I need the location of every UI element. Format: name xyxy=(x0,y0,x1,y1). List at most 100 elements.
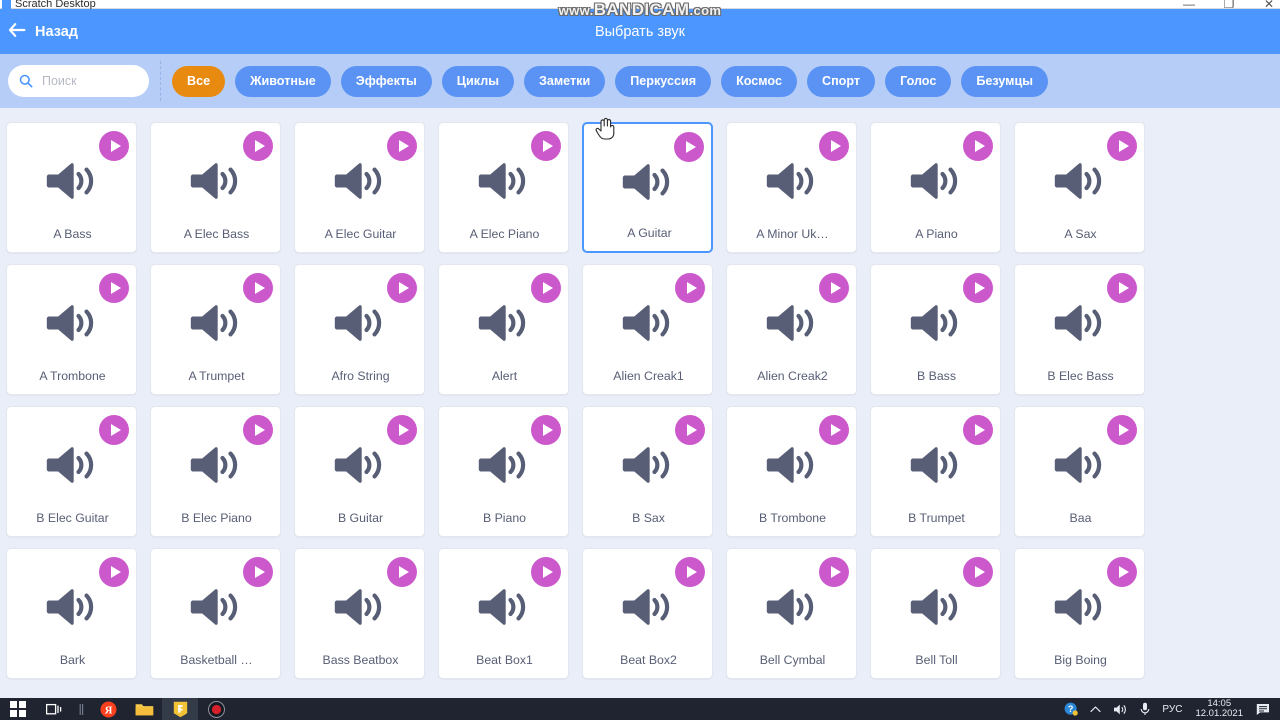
play-triangle xyxy=(254,282,265,294)
category-chip-5[interactable]: Заметки xyxy=(523,65,606,97)
play-icon[interactable] xyxy=(819,131,849,161)
sound-card[interactable]: Big Boing xyxy=(1014,548,1145,679)
play-icon[interactable] xyxy=(675,557,705,587)
play-icon[interactable] xyxy=(819,273,849,303)
play-icon[interactable] xyxy=(387,131,417,161)
sound-card[interactable]: A Trumpet xyxy=(150,264,281,395)
category-chip-6[interactable]: Перкуссия xyxy=(615,65,712,97)
category-chip-4[interactable]: Циклы xyxy=(441,65,514,97)
play-icon[interactable] xyxy=(243,557,273,587)
chevron-up-icon[interactable] xyxy=(1084,698,1107,720)
sound-card[interactable]: Beat Box1 xyxy=(438,548,569,679)
notification-icon[interactable] xyxy=(1250,698,1276,720)
play-icon[interactable] xyxy=(1107,557,1137,587)
play-icon[interactable] xyxy=(387,415,417,445)
sound-card[interactable]: A Guitar xyxy=(582,122,713,253)
play-icon[interactable] xyxy=(675,273,705,303)
sound-card[interactable]: A Bass xyxy=(6,122,137,253)
play-icon[interactable] xyxy=(99,415,129,445)
yandex-browser-button[interactable]: Я xyxy=(90,698,126,720)
sound-card[interactable]: B Guitar xyxy=(294,406,425,537)
sound-card[interactable]: A Elec Guitar xyxy=(294,122,425,253)
sound-card[interactable]: Bass Beatbox xyxy=(294,548,425,679)
maximize-button[interactable]: ❐ xyxy=(1222,0,1236,9)
category-chip-8[interactable]: Спорт xyxy=(806,65,876,97)
sound-card[interactable]: A Elec Piano xyxy=(438,122,569,253)
sound-card-label: B Trombone xyxy=(759,511,826,525)
microphone-icon[interactable] xyxy=(1134,698,1156,720)
sound-card[interactable]: A Minor Uk… xyxy=(726,122,857,253)
clock[interactable]: 14:05 12.01.2021 xyxy=(1188,698,1250,720)
play-icon[interactable] xyxy=(531,273,561,303)
sound-library-scroll-area[interactable]: A Bass A Elec Bass A Elec Guitar A Elec Pia… xyxy=(0,108,1280,700)
sound-card[interactable]: Alien Creak2 xyxy=(726,264,857,395)
sound-card[interactable]: B Sax xyxy=(582,406,713,537)
play-icon[interactable] xyxy=(674,132,704,162)
sound-card[interactable]: Baa xyxy=(1014,406,1145,537)
sound-card-label: A Piano xyxy=(915,227,958,241)
sound-card-label: A Elec Guitar xyxy=(324,227,397,241)
sound-card[interactable]: B Trumpet xyxy=(870,406,1001,537)
volume-icon[interactable] xyxy=(1107,698,1134,720)
play-icon[interactable] xyxy=(387,557,417,587)
language-indicator[interactable]: РУС xyxy=(1156,698,1188,720)
play-icon[interactable] xyxy=(963,415,993,445)
sound-card[interactable]: Bark xyxy=(6,548,137,679)
category-chip-10[interactable]: Безумцы xyxy=(961,65,1048,97)
search-box[interactable] xyxy=(8,65,149,97)
close-button[interactable]: ✕ xyxy=(1262,0,1276,9)
sound-card[interactable]: A Piano xyxy=(870,122,1001,253)
sound-card[interactable]: B Piano xyxy=(438,406,569,537)
play-icon[interactable] xyxy=(1107,131,1137,161)
search-input[interactable] xyxy=(42,74,138,88)
sound-card[interactable]: A Trombone xyxy=(6,264,137,395)
category-chip-1[interactable]: Все xyxy=(172,65,226,97)
sound-card[interactable]: B Bass xyxy=(870,264,1001,395)
sound-card[interactable]: B Trombone xyxy=(726,406,857,537)
task-view-button[interactable] xyxy=(36,698,72,720)
sound-card[interactable]: Afro String xyxy=(294,264,425,395)
play-icon[interactable] xyxy=(819,415,849,445)
category-chip-3[interactable]: Эффекты xyxy=(340,65,432,97)
play-icon[interactable] xyxy=(531,557,561,587)
help-icon[interactable]: ? xyxy=(1058,698,1084,720)
minimize-button[interactable]: — xyxy=(1182,0,1196,9)
bandicam-record-button[interactable] xyxy=(198,698,234,720)
sound-card[interactable]: A Elec Bass xyxy=(150,122,281,253)
play-icon[interactable] xyxy=(243,273,273,303)
sound-card[interactable]: Alert xyxy=(438,264,569,395)
category-chip-9[interactable]: Голос xyxy=(885,65,952,97)
play-icon[interactable] xyxy=(99,131,129,161)
category-chip-2[interactable]: Животные xyxy=(235,65,331,97)
sound-card[interactable]: Alien Creak1 xyxy=(582,264,713,395)
speaker-icon xyxy=(476,160,532,202)
play-icon[interactable] xyxy=(963,557,993,587)
sound-card[interactable]: B Elec Guitar xyxy=(6,406,137,537)
file-explorer-button[interactable] xyxy=(126,698,162,720)
play-icon[interactable] xyxy=(1107,415,1137,445)
play-icon[interactable] xyxy=(963,273,993,303)
category-chip-7[interactable]: Космос xyxy=(721,65,797,97)
scratch-desktop-button[interactable] xyxy=(162,698,198,720)
start-button[interactable] xyxy=(0,698,36,720)
speaker-icon xyxy=(476,444,532,486)
sound-card[interactable]: B Elec Piano xyxy=(150,406,281,537)
sound-card[interactable]: Bell Toll xyxy=(870,548,1001,679)
play-icon[interactable] xyxy=(531,415,561,445)
play-icon[interactable] xyxy=(675,415,705,445)
play-icon[interactable] xyxy=(531,131,561,161)
play-icon[interactable] xyxy=(963,131,993,161)
sound-card[interactable]: A Sax xyxy=(1014,122,1145,253)
play-icon[interactable] xyxy=(1107,273,1137,303)
sound-card[interactable]: Bell Cymbal xyxy=(726,548,857,679)
sound-card[interactable]: Basketball … xyxy=(150,548,281,679)
play-icon[interactable] xyxy=(243,415,273,445)
sound-card[interactable]: B Elec Bass xyxy=(1014,264,1145,395)
sound-card-label: Bell Cymbal xyxy=(759,653,826,667)
play-icon[interactable] xyxy=(243,131,273,161)
play-icon[interactable] xyxy=(819,557,849,587)
sound-card[interactable]: Beat Box2 xyxy=(582,548,713,679)
play-icon[interactable] xyxy=(387,273,417,303)
play-icon[interactable] xyxy=(99,273,129,303)
play-icon[interactable] xyxy=(99,557,129,587)
